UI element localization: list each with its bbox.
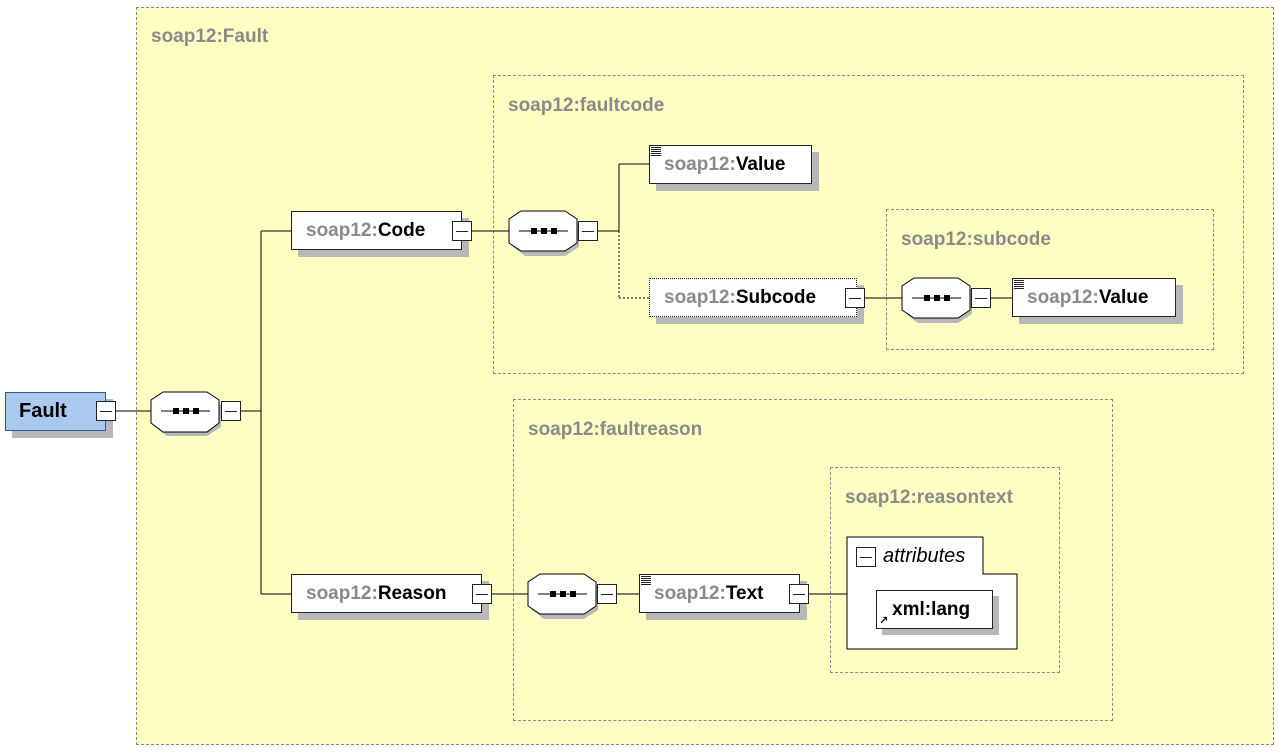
attribute-xml-lang[interactable]: ↗ xml:lang [876, 590, 993, 629]
reference-arrow-icon: ↗ [879, 615, 889, 627]
attributes-title: attributes [883, 545, 966, 567]
attributes-collapse-toggle[interactable] [856, 547, 876, 567]
attribute-name: xml:lang [892, 598, 971, 620]
attributes-frame [846, 536, 1018, 650]
